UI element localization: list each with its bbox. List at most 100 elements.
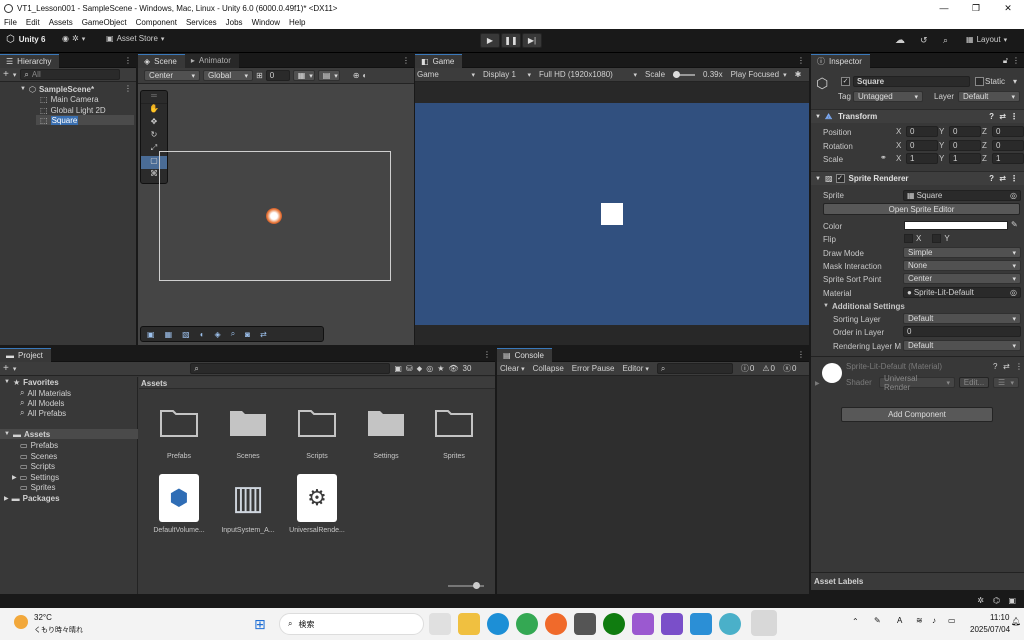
help-icon[interactable]: ? [989,174,994,183]
tab-hierarchy[interactable]: ☰ Hierarchy [0,53,60,68]
hierarchy-scene[interactable]: ▼ ⬡ SampleScene* [20,84,94,94]
tilemap-icon[interactable]: ▧ [182,330,190,339]
wifi-icon[interactable]: ≋ [916,616,923,625]
visibility-icon[interactable]: ◎ [426,364,433,373]
link-icon[interactable]: ⚭ [880,153,887,162]
component-menu-icon[interactable]: ⋮ [1015,362,1023,371]
panel-menu-icon[interactable]: ⋮ [1012,56,1020,65]
component-menu-icon[interactable]: ⋮ [1010,112,1018,121]
tab-scene[interactable]: ◈ Scene [138,53,185,68]
scale-slider[interactable] [673,70,696,78]
hierarchy-item-square[interactable]: ⬚ Square [36,115,134,125]
add-component-button[interactable]: Add Component [841,407,993,422]
flip-y-checkbox[interactable] [932,234,942,243]
draw-mode-dropdown[interactable]: Simple [903,247,1021,258]
console-search-input[interactable]: ⌕ [656,363,733,374]
layers-icon[interactable]: ◈ [215,330,221,339]
expand-arrow-icon[interactable]: ▶ [815,380,820,387]
rect-select-icon[interactable]: ▣ [147,330,155,339]
eyedropper-icon[interactable]: ✎ [1011,220,1018,229]
tab-game[interactable]: ◧ Game [415,53,463,68]
rotation-z-field[interactable]: 0 [992,140,1024,151]
clear-button[interactable]: Clear ▾ [500,364,525,373]
menu-window[interactable]: Window [252,18,280,27]
menu-gameobject[interactable]: GameObject [82,18,127,27]
clock-date[interactable]: 2025/07/04 [970,625,1010,634]
progress-icon[interactable]: ⌬ [993,596,1000,605]
editor-dropdown[interactable]: Editor ▾ [622,364,648,373]
log-count-toggle[interactable]: ⓘ 0 [741,363,754,374]
space-dropdown[interactable]: Global [203,70,253,81]
panel-menu-icon[interactable]: ⋮ [124,56,132,65]
packages-node[interactable]: ▶ ▬ Packages [4,493,60,503]
material-object-field[interactable]: ● Sprite-Lit-Default ◎ [903,287,1021,298]
layout-dropdown[interactable]: ▦ Layout ▾ [966,35,1007,44]
snap-value-input[interactable]: 0 [265,70,290,81]
mask-interaction-dropdown[interactable]: None [903,260,1021,271]
account-menu[interactable]: ◉ ✲ ▾ [62,34,85,43]
error-pause-toggle[interactable]: Error Pause [572,364,615,373]
menu-jobs[interactable]: Jobs [226,18,243,27]
globe-icon[interactable]: ⊕ [353,71,360,80]
move-tool-icon[interactable]: ✥ [141,117,167,130]
search-icon[interactable]: ⌕ [231,329,235,339]
position-x-field[interactable]: 0 [906,126,938,137]
unity-editor-icon[interactable] [751,610,777,636]
hand-tool-icon[interactable]: ✋ [141,104,167,117]
history-icon[interactable]: ↺ [920,35,928,46]
warning-count-toggle[interactable]: ⚠ 0 [762,364,775,373]
thumbnail-size-slider[interactable] [448,582,484,589]
shuffle-icon[interactable]: ⇄ [260,330,267,339]
tab-console[interactable]: ▤ Console [497,347,552,362]
chevron-down-icon[interactable]: ▾ [1013,77,1017,86]
close-button[interactable]: ✕ [992,0,1024,16]
grid-folder-settings[interactable]: Settings [351,405,421,460]
menu-file[interactable]: File [4,18,17,27]
favorite-all-models[interactable]: ⌕ All Models [20,398,64,408]
tree-folder-sprites[interactable]: ▭ Sprites [20,482,55,492]
debug-mode-icon[interactable]: ✲ [977,596,984,605]
favorites-node[interactable]: ▼ ★ Favorites [4,377,59,387]
unity-hub-icon[interactable] [574,613,596,635]
tree-folder-prefabs[interactable]: ▭ Prefabs [20,440,58,450]
tab-animator[interactable]: ▸ Animator [184,53,239,68]
tree-folder-scripts[interactable]: ▭ Scripts [20,461,55,471]
shader-options-dropdown[interactable]: ☰ [993,377,1019,388]
task-view-icon[interactable] [429,613,451,635]
transform-header[interactable]: ▼ ⟁ Transform ? ⇄ ⋮ [811,109,1024,123]
panel-menu-icon[interactable]: ⋮ [402,56,410,65]
battery-icon[interactable]: ▭ [948,616,956,625]
game-mode-dropdown[interactable]: Game ▾ [417,70,475,79]
menu-services[interactable]: Services [186,18,217,27]
chevron-up-icon[interactable]: ⌃ [852,617,859,626]
assets-node[interactable]: ▼ ▬ Assets [0,429,138,439]
sprite-sort-point-dropdown[interactable]: Center [903,273,1021,284]
settings-gear-icon[interactable]: ✱ [795,70,802,79]
snap-settings-dropdown[interactable]: ▦ [292,70,315,81]
grid-folder-scenes[interactable]: Scenes [213,405,283,460]
grid-snap-icon[interactable]: ⊞ [256,71,263,80]
speaker-icon[interactable]: ♪ [932,616,936,625]
tree-folder-scenes[interactable]: ▭ Scenes [20,451,57,461]
shader-dropdown[interactable]: Universal Render [879,374,955,392]
grid-folder-sprites[interactable]: Sprites [419,405,489,460]
help-icon[interactable]: ? [989,112,994,121]
scale-y-field[interactable]: 1 [949,153,981,164]
add-icon[interactable]: + [3,69,9,80]
rotation-y-field[interactable]: 0 [949,140,981,151]
chrome-icon[interactable] [516,613,538,635]
windows-start-icon[interactable]: ⊞ [254,616,266,633]
component-menu-icon[interactable]: ⋮ [1010,174,1018,183]
search-icon[interactable]: ⌕ [943,35,948,46]
position-z-field[interactable]: 0 [992,126,1024,137]
panel-menu-icon[interactable]: ⋮ [797,56,805,65]
grid-folder-prefabs[interactable]: Prefabs [144,405,214,460]
taskbar-search-box[interactable]: ⌕ 検索 [279,613,424,635]
asset-labels-header[interactable]: Asset Labels [811,572,1024,590]
cloud-icon[interactable]: ☁ [895,35,905,46]
slack-icon[interactable] [719,613,741,635]
panel-menu-icon[interactable]: ⋮ [797,350,805,359]
unity-account-button[interactable]: ⬡ Unity 6 [6,34,45,45]
grid-paint-icon[interactable]: ▦ [165,330,173,339]
resolution-dropdown[interactable]: Full HD (1920x1080) ▾ [539,70,637,79]
